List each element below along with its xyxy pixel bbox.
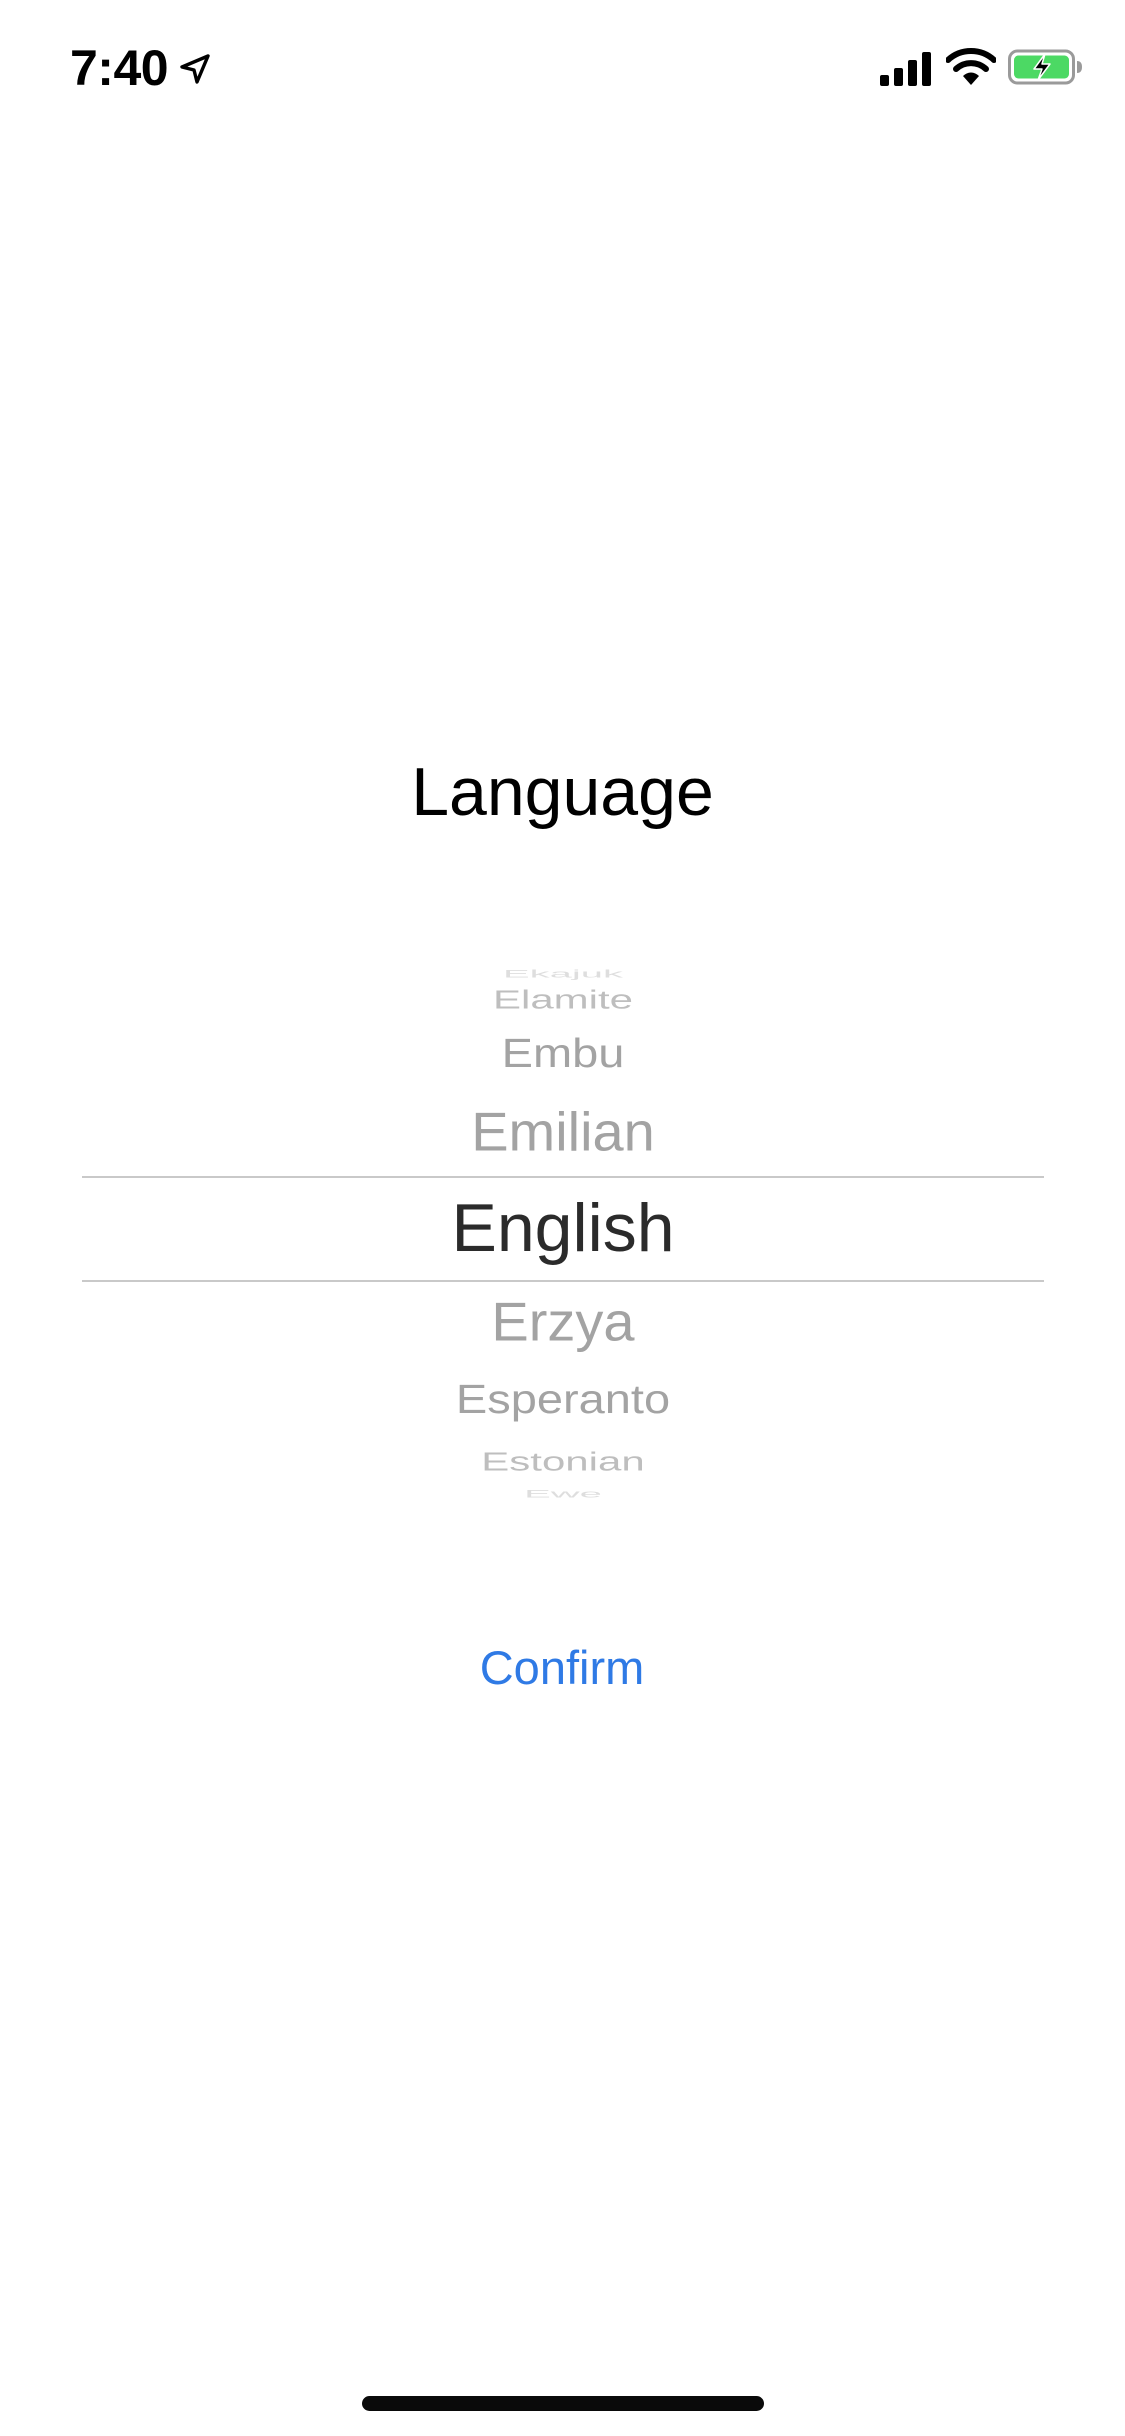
location-arrow-icon [180, 54, 210, 84]
battery-charging-icon [1008, 49, 1082, 85]
language-picker[interactable]: Ekajuk Elamite Embu Emilian English Erzy… [82, 960, 1044, 1500]
picker-item[interactable]: Estonian [82, 1448, 1044, 1475]
picker-item[interactable]: Esperanto [82, 1376, 1044, 1422]
picker-selection-bottom-line [82, 1280, 1044, 1282]
picker-item[interactable]: Ekajuk [82, 968, 1044, 979]
picker-item[interactable]: Emilian [82, 1101, 1044, 1163]
page-title: Language [411, 754, 714, 830]
picker-item[interactable]: Ewe [82, 1488, 1044, 1499]
cellular-signal-icon [880, 52, 931, 86]
status-bar: 7:40 [0, 0, 1125, 135]
picker-item[interactable]: Erzya [82, 1291, 1044, 1353]
confirm-button[interactable]: Confirm [412, 1633, 712, 1703]
picker-selection-top-line [82, 1176, 1044, 1178]
picker-item[interactable]: Embu [82, 1030, 1044, 1076]
home-indicator[interactable] [362, 2396, 764, 2411]
status-time: 7:40 [70, 40, 169, 96]
picker-item-selected[interactable]: English [82, 1188, 1044, 1268]
wifi-icon [946, 48, 996, 85]
picker-item[interactable]: Elamite [82, 986, 1044, 1013]
